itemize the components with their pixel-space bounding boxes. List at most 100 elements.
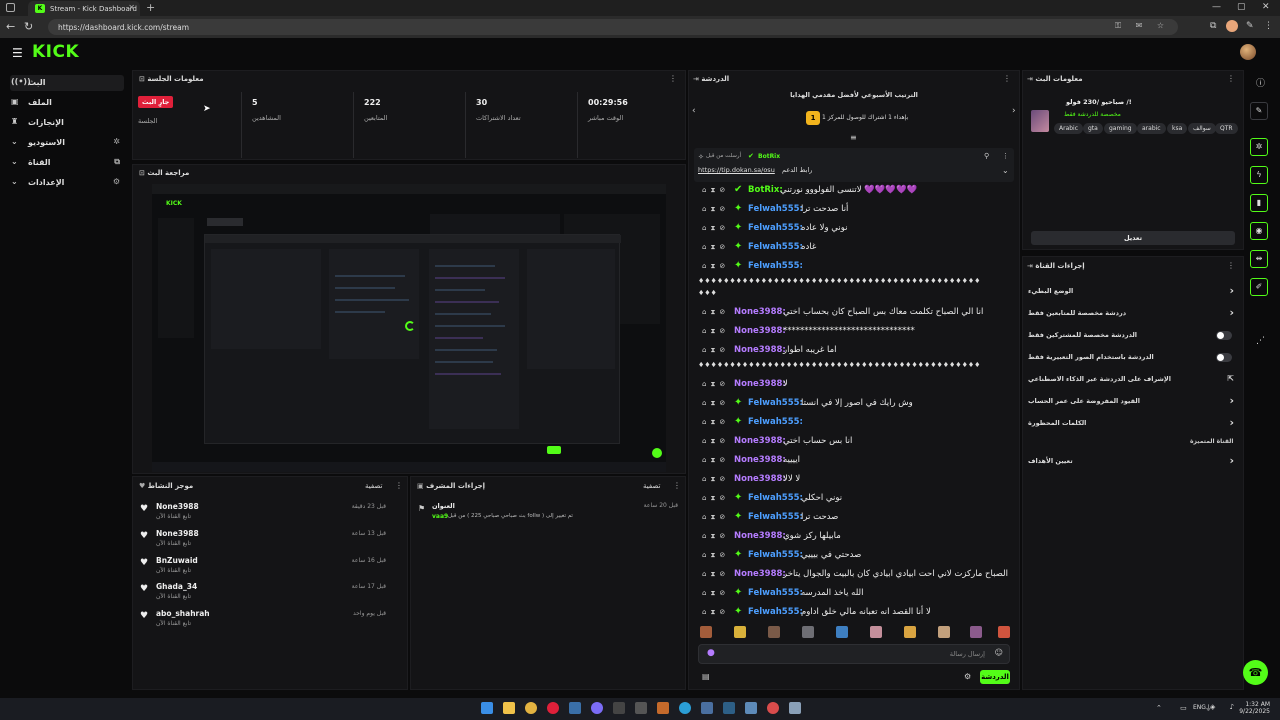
sidebar-item-achievements[interactable]: ♜ الإنجازات (10, 115, 124, 131)
app-icon[interactable] (767, 702, 779, 714)
subscribers-only-toggle[interactable] (1216, 331, 1232, 340)
action-set-goals[interactable]: تعيين الأهداف › (1026, 453, 1238, 471)
chat-username[interactable]: Felwah555: (748, 512, 803, 522)
chat-username[interactable]: Felwah555: (748, 223, 803, 233)
stream-preview-video[interactable]: KICK (152, 184, 666, 472)
emote-icon[interactable] (998, 626, 1010, 638)
unpin-icon[interactable]: ⚲ (984, 152, 989, 160)
chat-username[interactable]: Felwah555: (748, 204, 803, 214)
youtube-icon[interactable] (547, 702, 559, 714)
emote-icon[interactable] (768, 626, 780, 638)
wrench-icon[interactable]: ✐ (1250, 278, 1268, 296)
sidebar-item-studio[interactable]: ⌄ الاستوديو ✲ (10, 135, 124, 151)
pinned-user[interactable]: BotRix (758, 153, 780, 160)
crosshair-icon[interactable]: ✲ (1250, 138, 1268, 156)
chat-username[interactable]: None3988: (734, 474, 786, 484)
follower-name[interactable]: abo_shahrah (156, 609, 210, 618)
filter-button[interactable]: تصفية (643, 482, 660, 490)
mod-tools-icon[interactable]: ⌂⧗⊘ (702, 186, 729, 195)
mod-tools-icon[interactable]: ⌂⧗⊘ (702, 418, 729, 427)
sidebar-item-settings[interactable]: ⌄ الإعدادات ⚙ (10, 175, 124, 191)
emote-icon[interactable] (836, 626, 848, 638)
language-indicator[interactable]: ENG (1193, 704, 1206, 711)
file-icon[interactable]: ▮ (1250, 194, 1268, 212)
emote-icon[interactable] (700, 626, 712, 638)
share-icon[interactable]: ⋰ (1256, 336, 1265, 346)
emote-icon[interactable] (938, 626, 950, 638)
follower-name[interactable]: None3988 (156, 529, 199, 538)
action-followers-only[interactable]: دردشة مخصصة للمتابعين فقط › (1026, 305, 1238, 323)
chat-username[interactable]: None3988: (734, 307, 786, 317)
gear-icon[interactable]: ⚙ (964, 672, 971, 681)
mod-tools-icon[interactable]: ⌂⧗⊘ (702, 346, 729, 355)
mod-tools-icon[interactable]: ⌂⧗⊘ (702, 589, 729, 598)
mod-tools-icon[interactable]: ⌂⧗⊘ (702, 262, 729, 271)
emote-icon[interactable] (970, 626, 982, 638)
mod-tools-icon[interactable]: ⌂⧗⊘ (702, 475, 729, 484)
chevron-right-icon[interactable]: › (1012, 106, 1016, 116)
app-icon[interactable] (613, 702, 625, 714)
chat-username[interactable]: Felwah555: (748, 550, 803, 560)
kebab-menu-icon[interactable]: ⋮ (395, 481, 403, 490)
chat-username[interactable]: Felwah555: (748, 493, 803, 503)
kick-logo[interactable]: KICK (32, 42, 79, 62)
minimize-icon[interactable]: — (1212, 2, 1221, 12)
mod-tools-icon[interactable]: ⌂⧗⊘ (702, 570, 729, 579)
action-banned-words[interactable]: الكلمات المحظورة › (1026, 415, 1238, 433)
chat-username[interactable]: None3988: (734, 379, 786, 389)
close-tab-icon[interactable]: ✕ (128, 3, 135, 12)
mod-tools-icon[interactable]: ⌂⧗⊘ (702, 224, 729, 233)
action-slow-mode[interactable]: الوضع البطيء › (1026, 283, 1238, 301)
new-tab-icon[interactable]: + (146, 1, 155, 14)
window-close-icon[interactable]: ✕ (1262, 2, 1270, 12)
mod-tools-icon[interactable]: ⌂⧗⊘ (702, 456, 729, 465)
kebab-menu-icon[interactable]: ⋮ (1002, 152, 1009, 160)
profile-avatar-icon[interactable] (1226, 20, 1238, 32)
chat-username[interactable]: BotRix: (748, 185, 783, 195)
mod-tools-icon[interactable]: ⌂⧗⊘ (702, 399, 729, 408)
chat-username[interactable]: None3988: (734, 326, 786, 336)
mod-tools-icon[interactable]: ⌂⧗⊘ (702, 494, 729, 503)
emote-icon[interactable] (802, 626, 814, 638)
app-icon[interactable] (657, 702, 669, 714)
emote-icon[interactable] (904, 626, 916, 638)
chat-username[interactable]: None3988: (734, 345, 786, 355)
more-icon[interactable]: ⋮ (1264, 21, 1273, 31)
kebab-menu-icon[interactable]: ⋮ (1227, 261, 1235, 270)
mod-tools-icon[interactable]: ⌂⧗⊘ (702, 513, 729, 522)
chat-username[interactable]: Felwah555: (748, 607, 803, 617)
menu-icon[interactable]: ☰ (12, 46, 23, 60)
lightning-icon[interactable]: ϟ (1250, 166, 1268, 184)
user-avatar[interactable] (1240, 44, 1256, 60)
edit-icon[interactable]: ✎ (1250, 102, 1268, 120)
filter-button[interactable]: تصفية (365, 482, 382, 490)
app-icon[interactable] (635, 702, 647, 714)
mod-tools-icon[interactable]: ⌂⧗⊘ (702, 327, 729, 336)
chat-bubble-icon[interactable]: ◉ (1250, 222, 1268, 240)
mod-tools-icon[interactable]: ⌂⧗⊘ (702, 308, 729, 317)
mod-tools-icon[interactable]: ⌂⧗⊘ (702, 437, 729, 446)
clock[interactable]: 1:32 AM 9/22/2025 (1232, 701, 1270, 715)
info-icon[interactable]: ⓘ (1256, 76, 1265, 89)
chat-username[interactable]: Felwah555: (748, 588, 803, 598)
chat-username[interactable]: None3988: (734, 436, 786, 446)
expand-icon[interactable]: ≡ (850, 133, 857, 142)
action-user[interactable]: vaa9 (432, 513, 448, 520)
kebab-menu-icon[interactable]: ⋮ (669, 74, 677, 83)
support-chat-button[interactable]: ☎ (1243, 660, 1268, 685)
chat-username[interactable]: Felwah555: (748, 242, 803, 252)
kebab-menu-icon[interactable]: ⋮ (1003, 74, 1011, 83)
app-icon[interactable] (745, 702, 757, 714)
chevron-left-icon[interactable]: ‹ (692, 106, 696, 116)
windows-start-icon[interactable] (481, 702, 493, 714)
steam-icon[interactable] (569, 702, 581, 714)
extensions-icon[interactable]: ⧉ (1210, 21, 1216, 31)
microphone-icon[interactable]: ● (707, 648, 715, 658)
emotes-only-toggle[interactable] (1216, 353, 1232, 362)
action-ai-moderation[interactable]: الإشراف على الدردشة عبر الذكاء الاصطناعي… (1026, 371, 1238, 389)
chat-username[interactable]: None3988: (734, 531, 786, 541)
chevron-down-icon[interactable]: ⌄ (1002, 166, 1009, 175)
mod-tools-icon[interactable]: ⌂⧗⊘ (702, 532, 729, 541)
back-icon[interactable]: ← (6, 20, 15, 33)
chat-send-button[interactable]: الدردشة (980, 670, 1010, 684)
